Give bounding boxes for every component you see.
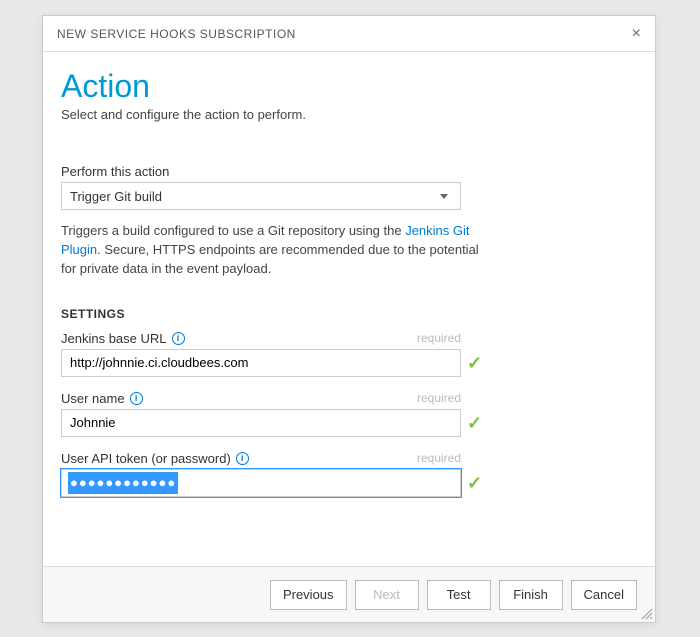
setting-row-api-token: User API token (or password) i required … bbox=[61, 451, 637, 497]
action-help-text: Triggers a build configured to use a Git… bbox=[61, 222, 481, 279]
api-token-input[interactable]: ●●●●●●●●●●●● bbox=[61, 469, 461, 497]
dialog-body: Action Select and configure the action t… bbox=[43, 52, 655, 566]
info-icon[interactable]: i bbox=[236, 452, 249, 465]
dialog: NEW SERVICE HOOKS SUBSCRIPTION × Action … bbox=[42, 15, 656, 623]
action-label: Perform this action bbox=[61, 164, 637, 179]
dialog-header: NEW SERVICE HOOKS SUBSCRIPTION × bbox=[43, 16, 655, 52]
user-name-label: User name i bbox=[61, 391, 143, 406]
cancel-button[interactable]: Cancel bbox=[571, 580, 637, 610]
base-url-label: Jenkins base URL i bbox=[61, 331, 185, 346]
help-prefix: Triggers a build configured to use a Git… bbox=[61, 223, 405, 238]
base-url-input[interactable] bbox=[61, 349, 461, 377]
help-suffix: . Secure, HTTPS endpoints are recommende… bbox=[61, 242, 479, 276]
page-title: Action bbox=[61, 68, 637, 105]
settings-heading: SETTINGS bbox=[61, 307, 637, 321]
close-icon[interactable]: × bbox=[632, 26, 641, 42]
base-url-label-text: Jenkins base URL bbox=[61, 331, 167, 346]
setting-row-base-url: Jenkins base URL i required ✓ bbox=[61, 331, 637, 377]
user-name-label-text: User name bbox=[61, 391, 125, 406]
info-icon[interactable]: i bbox=[130, 392, 143, 405]
check-icon: ✓ bbox=[467, 414, 482, 432]
test-button[interactable]: Test bbox=[427, 580, 491, 610]
chevron-down-icon bbox=[440, 194, 448, 199]
page-subtitle: Select and configure the action to perfo… bbox=[61, 107, 637, 122]
info-icon[interactable]: i bbox=[172, 332, 185, 345]
resize-grip-icon bbox=[639, 606, 653, 620]
api-token-label: User API token (or password) i bbox=[61, 451, 249, 466]
previous-button[interactable]: Previous bbox=[270, 580, 347, 610]
finish-button[interactable]: Finish bbox=[499, 580, 563, 610]
dialog-footer: Previous Next Test Finish Cancel bbox=[43, 566, 655, 622]
password-mask: ●●●●●●●●●●●● bbox=[68, 472, 178, 494]
required-tag: required bbox=[417, 451, 461, 465]
check-icon: ✓ bbox=[467, 474, 482, 492]
action-select-value: Trigger Git build bbox=[70, 189, 162, 204]
dialog-title: NEW SERVICE HOOKS SUBSCRIPTION bbox=[57, 27, 296, 41]
required-tag: required bbox=[417, 391, 461, 405]
api-token-label-text: User API token (or password) bbox=[61, 451, 231, 466]
check-icon: ✓ bbox=[467, 354, 482, 372]
next-button: Next bbox=[355, 580, 419, 610]
required-tag: required bbox=[417, 331, 461, 345]
user-name-input[interactable] bbox=[61, 409, 461, 437]
setting-row-user-name: User name i required ✓ bbox=[61, 391, 637, 437]
action-select[interactable]: Trigger Git build bbox=[61, 182, 461, 210]
